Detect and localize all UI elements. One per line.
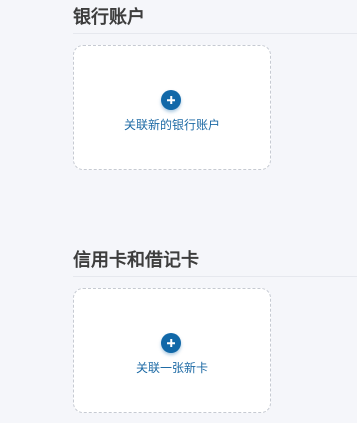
bank-accounts-divider xyxy=(73,33,357,34)
plus-circle-icon xyxy=(161,333,181,353)
link-new-card-label: 关联一张新卡 xyxy=(135,361,208,375)
link-bank-account-label: 关联新的银行账户 xyxy=(123,118,220,132)
link-new-card-card[interactable]: 关联一张新卡 xyxy=(73,288,271,413)
cards-title: 信用卡和借记卡 xyxy=(73,250,199,271)
link-bank-account-card[interactable]: 关联新的银行账户 xyxy=(73,45,271,170)
plus-circle-icon xyxy=(161,90,181,110)
bank-accounts-title: 银行账户 xyxy=(73,7,145,28)
cards-divider xyxy=(73,276,357,277)
